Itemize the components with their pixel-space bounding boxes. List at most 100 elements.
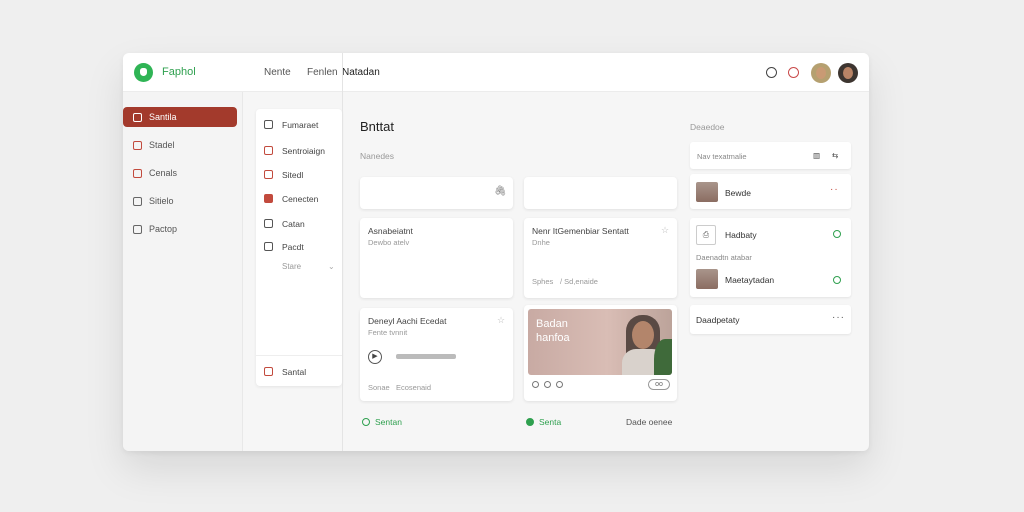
sidebar: Santila Stadel Cenals Sitielo Pactop	[123, 92, 243, 451]
link-icon[interactable]: ⇆	[832, 151, 838, 160]
link-dade[interactable]: Dade oenee	[626, 417, 672, 427]
control-icon[interactable]	[556, 381, 563, 388]
status-icon[interactable]	[833, 230, 841, 238]
subpanel-item-label: Fumaraet	[282, 120, 319, 130]
card-meta: Ecosenaid	[396, 383, 432, 392]
card-subtitle: Dnhe	[532, 238, 550, 247]
grid-icon[interactable]: ▥	[813, 151, 820, 160]
subpanel-item-label: Sentroiaign	[282, 146, 326, 156]
avatar[interactable]	[838, 63, 858, 83]
chevron-down-icon: ⌄	[328, 262, 335, 271]
content-card-1[interactable]: Asnabeiatnt Dewbo atelv	[360, 218, 513, 298]
star-icon[interactable]: ☆	[661, 225, 669, 236]
more-icon[interactable]: ··	[830, 184, 839, 195]
more-icon[interactable]: ···	[832, 312, 845, 323]
document-icon	[264, 120, 273, 129]
subpanel-item-4[interactable]: Cenecten	[256, 189, 342, 207]
mail-icon	[264, 146, 273, 155]
link-sentan[interactable]: Sentan	[362, 417, 402, 427]
subpanel-footer-item[interactable]: Santal	[256, 362, 342, 380]
right-heading: Deaedoe	[690, 122, 725, 132]
content-card-2[interactable]: Nenr ItGemenbiar Sentatt ☆ Dnhe Sphes / …	[524, 218, 677, 298]
plant	[654, 339, 672, 375]
document-icon	[133, 113, 142, 122]
divider	[256, 355, 342, 356]
subpanel-item-1[interactable]: Fumaraet	[256, 115, 342, 133]
page-subtitle: Nanedes	[360, 151, 395, 161]
list-item-title: Bewde	[725, 188, 751, 198]
list-item[interactable]: Daadpetaty ···	[690, 305, 851, 334]
star-icon[interactable]: ☆	[497, 315, 505, 326]
chart-icon	[264, 242, 273, 251]
document-icon: ⎙	[696, 225, 716, 245]
calendar-icon	[264, 170, 273, 179]
play-icon[interactable]: ▶	[368, 350, 382, 364]
link-label: Sentan	[375, 417, 402, 427]
folder-icon	[133, 141, 142, 150]
input-card-1[interactable]: 🖇	[360, 177, 513, 209]
folder-icon	[264, 194, 273, 203]
topnav-item-1[interactable]: Nente	[264, 67, 291, 78]
sidebar-item-label: Cenals	[149, 168, 178, 178]
circle-icon	[526, 418, 534, 426]
list-card[interactable]: ⎙ Hadbaty Daenadtn atabar Maetaytadan	[690, 218, 851, 297]
input-card-2[interactable]	[524, 177, 677, 209]
list-item[interactable]: Bewde ··	[690, 174, 851, 209]
sidebar-item-stadel[interactable]: Stadel	[123, 135, 237, 155]
sidebar-item-pactop[interactable]: Pactop	[123, 219, 237, 239]
subpanel-item-label: Santal	[282, 367, 307, 377]
photo[interactable]: Badan hanfoa	[528, 309, 672, 375]
card-title: Nenr ItGemenbiar Sentatt	[532, 226, 629, 236]
person-face	[632, 321, 654, 349]
topnav-item-3[interactable]: Natadan	[342, 67, 380, 78]
sidebar-item-label: Santila	[149, 112, 177, 122]
divider	[342, 53, 343, 451]
subpanel-item-5[interactable]: Catan	[256, 214, 342, 232]
card-subtitle: Fente tvnnit	[368, 328, 408, 337]
sidebar-item-santila[interactable]: Santila	[123, 107, 237, 127]
card-title: Asnabeiatnt	[368, 226, 413, 236]
subpanel-more-label: Stare	[282, 262, 302, 271]
app-window: Faphol Nente Fenlen Natadan Santila Stad…	[123, 53, 869, 451]
toggle-pill[interactable]: oo	[648, 379, 670, 390]
subpanel-item-3[interactable]: Sitedl	[256, 165, 342, 183]
subpanel-item-label: Cenecten	[282, 194, 319, 204]
settings-icon	[133, 225, 142, 234]
subpanel-item-6[interactable]: Pacdt	[256, 237, 342, 255]
filter-bar[interactable]: Nav texatmalie ▥ ⇆	[690, 142, 851, 169]
content-card-3[interactable]: Deneyl Aachi Ecedat ☆ Fente tvnnit ▶ Son…	[360, 308, 513, 401]
control-icon[interactable]	[532, 381, 539, 388]
topnav-item-2[interactable]: Fenlen	[307, 67, 338, 78]
link-senta[interactable]: Senta	[526, 417, 561, 427]
page-title: Bnttat	[360, 119, 394, 134]
list-item-title: Daadpetaty	[696, 315, 740, 325]
waveform	[396, 354, 456, 359]
thumbnail	[696, 269, 718, 289]
card-meta: Sonae	[368, 383, 390, 392]
subpanel-more[interactable]: Stare ⌄	[282, 262, 335, 271]
sidebar-item-sitielo[interactable]: Sitielo	[123, 191, 237, 211]
list-item-subtitle: Daenadtn atabar	[696, 253, 752, 262]
card-subtitle: Dewbo atelv	[368, 238, 410, 247]
card-title: Deneyl Aachi Ecedat	[368, 316, 447, 326]
secondary-panel: Fumaraet Sentroiaign Sitedl Cenecten Cat…	[256, 109, 342, 386]
exit-icon	[264, 367, 273, 376]
tag-icon	[264, 219, 273, 228]
top-bar: Faphol Nente Fenlen Natadan	[123, 53, 869, 92]
media-card[interactable]: Badan hanfoa oo	[524, 305, 677, 401]
brand-name: Faphol	[162, 66, 196, 78]
attachment-icon[interactable]: 🖇	[494, 186, 507, 197]
chat-icon[interactable]	[766, 67, 777, 78]
sidebar-item-cenals[interactable]: Cenals	[123, 163, 237, 183]
status-icon[interactable]	[833, 276, 841, 284]
subpanel-item-2[interactable]: Sentroiaign	[256, 141, 342, 159]
subpanel-item-label: Pacdt	[282, 242, 304, 252]
logo-icon[interactable]	[134, 63, 153, 82]
circle-icon	[362, 418, 370, 426]
edit-icon	[133, 197, 142, 206]
avatar[interactable]	[811, 63, 831, 83]
notification-icon[interactable]	[788, 67, 799, 78]
subpanel-item-label: Sitedl	[282, 170, 304, 180]
control-icon[interactable]	[544, 381, 551, 388]
subpanel-item-label: Catan	[282, 219, 305, 229]
